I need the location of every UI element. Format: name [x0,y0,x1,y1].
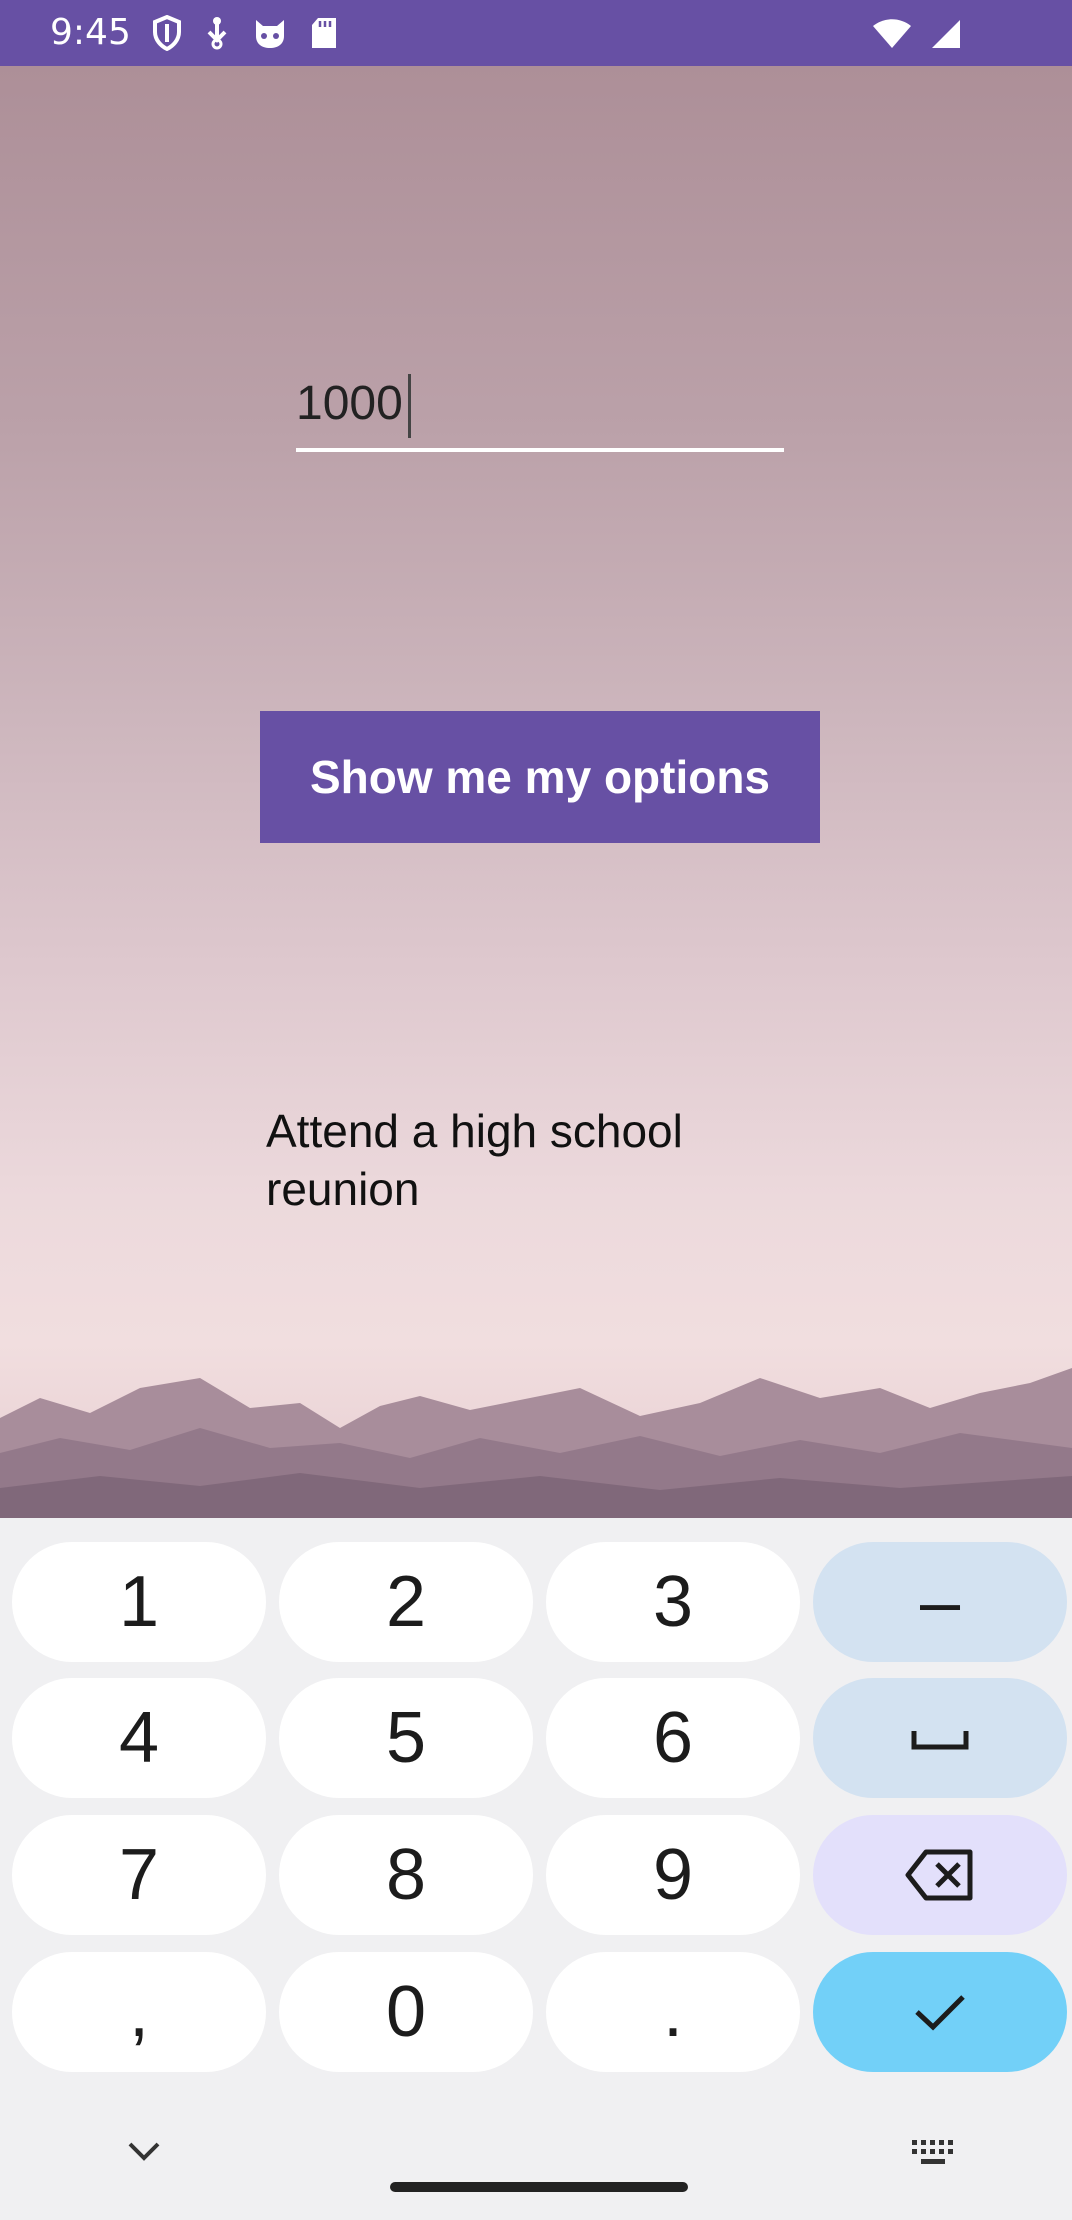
sd-card-icon [312,18,336,48]
keyboard-icon[interactable] [910,2138,956,2168]
cat-icon [256,20,284,48]
key-6[interactable]: 6 [546,1678,800,1798]
key-backspace[interactable] [813,1815,1067,1935]
amount-value: 1000 [296,377,403,430]
result-text: Attend a high school reunion [266,1105,683,1215]
key-period[interactable]: . [546,1952,800,2072]
key-3[interactable]: 3 [546,1542,800,1662]
key-comma[interactable]: , [12,1952,266,2072]
space-icon [911,1731,969,1750]
key-9[interactable]: 9 [546,1815,800,1935]
mountain-background [0,1368,1072,1518]
key-done[interactable] [813,1952,1067,2072]
text-cursor [408,374,411,438]
key-7[interactable]: 7 [12,1815,266,1935]
shield-icon [153,15,181,51]
backspace-icon [905,1849,973,1901]
key-4[interactable]: 4 [12,1678,266,1798]
numeric-keyboard: 1 2 3 – 4 5 6 7 8 9 , 0 . [0,1518,1072,2220]
main-content: 1000 Show me my options Attend a high sc… [0,66,1072,1518]
home-indicator[interactable] [390,2182,688,2192]
status-time: 9:45 [50,12,131,53]
key-space[interactable] [813,1678,1067,1798]
check-icon [915,1995,965,2031]
status-bar: 9:45 [0,0,1072,66]
key-8[interactable]: 8 [279,1815,533,1935]
key-minus[interactable]: – [813,1542,1067,1662]
usb-icon [207,17,227,50]
chevron-down-icon[interactable] [126,2140,162,2164]
key-1[interactable]: 1 [12,1542,266,1662]
key-0[interactable]: 0 [279,1952,533,2072]
signal-icon [932,20,960,48]
show-options-button[interactable]: Show me my options [260,711,820,843]
amount-input[interactable]: 1000 [296,348,784,452]
key-2[interactable]: 2 [279,1542,533,1662]
status-icons-right [872,16,962,52]
key-5[interactable]: 5 [279,1678,533,1798]
status-icons-left [152,14,338,52]
wifi-icon [873,19,911,48]
